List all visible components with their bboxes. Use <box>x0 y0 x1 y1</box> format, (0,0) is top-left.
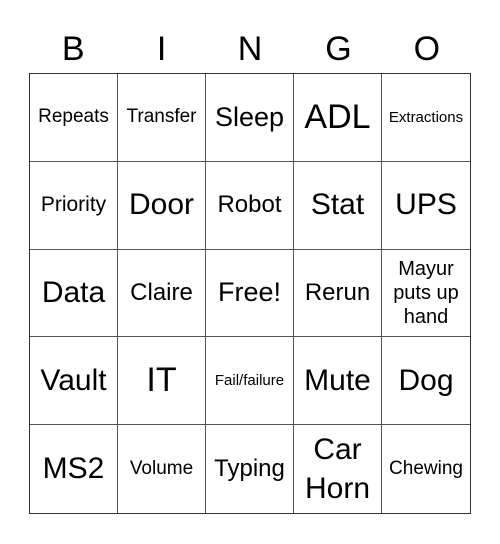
bingo-cell[interactable]: UPS <box>382 162 470 250</box>
bingo-cell[interactable]: Typing <box>206 425 294 513</box>
bingo-cell[interactable]: Volume <box>118 425 206 513</box>
header-letter-o: O <box>413 30 441 68</box>
bingo-cell[interactable]: Data <box>30 249 118 338</box>
bingo-cell[interactable]: Sleep <box>206 74 294 162</box>
bingo-cell[interactable]: Repeats <box>30 74 118 162</box>
bingo-cell[interactable]: Rerun <box>294 249 382 338</box>
bingo-cell[interactable]: Free! <box>206 249 294 338</box>
bingo-cell[interactable]: Mayur puts up hand <box>382 250 470 338</box>
bingo-cell[interactable]: Transfer <box>118 74 206 162</box>
header-letter-n: N <box>237 30 263 68</box>
bingo-cell[interactable]: Fail/failure <box>206 337 294 426</box>
bingo-cell[interactable]: Chewing <box>382 425 470 513</box>
header-letter-b: B <box>61 30 85 68</box>
bingo-cell[interactable]: IT <box>118 337 206 426</box>
bingo-cell[interactable]: Vault <box>30 337 118 426</box>
bingo-grid: Repeats Transfer Sleep ADL Extractions P… <box>29 73 471 514</box>
bingo-cell[interactable]: ADL <box>294 74 382 162</box>
bingo-cell[interactable]: MS2 <box>30 425 118 513</box>
header-letter-i: I <box>156 30 167 68</box>
bingo-cell[interactable]: Claire <box>118 249 206 338</box>
bingo-header: B I N G O <box>29 26 471 72</box>
bingo-cell[interactable]: Door <box>118 161 206 250</box>
header-letter-g: G <box>325 30 352 68</box>
bingo-cell[interactable]: Car Horn <box>294 425 382 513</box>
bingo-cell[interactable]: Dog <box>382 337 470 426</box>
bingo-cell[interactable]: Mute <box>294 337 382 426</box>
bingo-cell[interactable]: Extractions <box>382 74 470 162</box>
bingo-cell[interactable]: Robot <box>206 161 294 250</box>
bingo-cell[interactable]: Stat <box>294 161 382 250</box>
bingo-cell[interactable]: Priority <box>30 161 118 250</box>
